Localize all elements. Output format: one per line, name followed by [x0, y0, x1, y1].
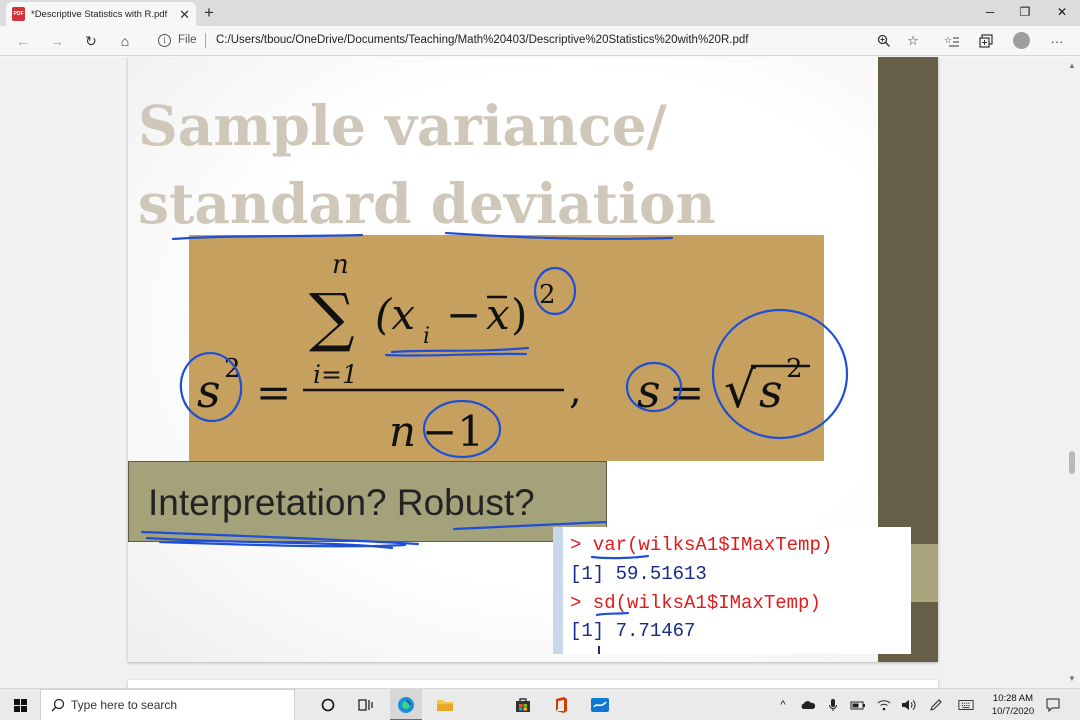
- tab-close-button[interactable]: ✕: [179, 8, 190, 21]
- microphone-icon[interactable]: [825, 697, 841, 713]
- sqrt-symbol: √: [724, 361, 756, 419]
- next-pdf-page: [128, 680, 938, 688]
- address-url[interactable]: C:/Users/tbouc/OneDrive/Documents/Teachi…: [216, 34, 748, 46]
- slide-title-line-2: standard deviation: [138, 171, 716, 236]
- touch-keyboard-icon[interactable]: [958, 697, 974, 713]
- address-separator: [205, 33, 206, 48]
- sum-lower-limit: i=1: [313, 360, 358, 389]
- battery-icon[interactable]: [850, 697, 866, 713]
- slide-title: Sample variance/ standard deviation: [138, 87, 788, 243]
- console-command-var: > var(wilksA1$IMaxTemp): [570, 534, 833, 556]
- edge-icon[interactable]: [391, 693, 421, 717]
- numerator-x: (x: [375, 290, 415, 339]
- variance-formula-box: n ∑ i=1 (x i − x ) 2 n −1 s 2 = , s = √: [189, 235, 824, 461]
- onedrive-icon[interactable]: [800, 697, 816, 713]
- zoom-icon[interactable]: [874, 32, 894, 50]
- sqrt-exponent: 2: [786, 354, 803, 384]
- refresh-button[interactable]: ↻: [78, 30, 104, 52]
- console-cursor: [598, 646, 600, 654]
- cortana-icon[interactable]: [313, 693, 343, 717]
- store-icon[interactable]: [508, 693, 538, 717]
- slide-title-line-1: Sample variance/: [138, 93, 667, 158]
- home-button[interactable]: ⌂: [112, 30, 138, 52]
- power-two: 2: [539, 280, 556, 310]
- subscript-i: i: [423, 324, 430, 349]
- pdf-page: Sample variance/ standard deviation n ∑ …: [128, 57, 938, 662]
- pen-workspace-icon[interactable]: [928, 697, 944, 713]
- svg-text:☆: ☆: [944, 35, 952, 45]
- office-icon[interactable]: [546, 693, 576, 717]
- show-hidden-icons-icon[interactable]: ^: [775, 697, 791, 713]
- profile-avatar[interactable]: [1013, 32, 1030, 49]
- back-button[interactable]: ←: [10, 30, 36, 52]
- sum-upper-limit: n: [332, 250, 349, 280]
- favorite-star-icon[interactable]: ☆: [903, 32, 923, 50]
- scroll-up-icon[interactable]: ▲: [1067, 60, 1077, 70]
- equals-sign: =: [256, 368, 291, 417]
- pdf-viewport[interactable]: Sample variance/ standard deviation n ∑ …: [0, 57, 1080, 688]
- variance-formula: n ∑ i=1 (x i − x ) 2 n −1 s 2 = , s = √: [197, 250, 810, 456]
- interpretation-box: Interpretation? Robust?: [128, 461, 607, 542]
- whiteboard-icon[interactable]: [585, 693, 615, 717]
- start-button[interactable]: [0, 689, 40, 720]
- scroll-down-icon[interactable]: ▼: [1067, 673, 1077, 683]
- tab-active-pdf[interactable]: PDF *Descriptive Statistics with R.pdf ✕: [6, 2, 196, 26]
- clock-date: 10/7/2020: [991, 706, 1035, 717]
- pdf-file-icon: PDF: [12, 7, 25, 21]
- address-bar-row: ← → ↻ ⌂ i File C:/Users/tbouc/OneDrive/D…: [0, 26, 1080, 56]
- equals-sign-2: =: [669, 368, 704, 417]
- console-command-sd: > sd(wilksA1$IMaxTemp): [570, 592, 821, 614]
- file-scheme-label: File: [178, 34, 197, 46]
- windows-logo-icon: [13, 698, 27, 712]
- console-output-var: [1] 59.51613: [570, 563, 707, 585]
- search-placeholder: Type here to search: [71, 698, 178, 712]
- wifi-icon[interactable]: [876, 697, 892, 713]
- tab-title: *Descriptive Statistics with R.pdf: [31, 8, 168, 20]
- sqrt-s: s: [759, 364, 783, 418]
- lhs-exponent: 2: [224, 354, 241, 384]
- scroll-thumb[interactable]: [1069, 451, 1075, 474]
- site-info-icon[interactable]: i: [158, 34, 171, 47]
- forward-button[interactable]: →: [44, 30, 70, 52]
- numerator-minus: −: [446, 290, 481, 339]
- vertical-scrollbar[interactable]: ▲ ▼: [1064, 57, 1080, 688]
- task-view-icon[interactable]: [351, 693, 381, 717]
- windows-taskbar: Type here to search ^ 10:28 AM 10/7/2020: [0, 688, 1080, 720]
- console-gutter: [553, 527, 563, 654]
- close-window-button[interactable]: ✕: [1043, 0, 1080, 24]
- denominator-n: n: [389, 407, 416, 456]
- system-clock[interactable]: 10:28 AM 10/7/2020: [985, 692, 1041, 718]
- r-console-snippet: > var(wilksA1$IMaxTemp) [1] 59.51613 > s…: [553, 527, 911, 654]
- taskbar-search-box[interactable]: Type here to search: [40, 689, 295, 720]
- new-tab-button[interactable]: +: [199, 2, 219, 24]
- volume-icon[interactable]: [901, 697, 917, 713]
- search-icon: [51, 698, 65, 712]
- denominator-minus-one: −1: [422, 407, 484, 456]
- collections-icon[interactable]: [976, 32, 996, 50]
- more-menu-icon[interactable]: ···: [1047, 32, 1067, 50]
- file-explorer-icon[interactable]: [430, 693, 460, 717]
- notifications-icon[interactable]: [1045, 697, 1061, 713]
- favorites-list-icon[interactable]: ☆: [942, 32, 962, 50]
- sum-symbol: ∑: [309, 281, 355, 355]
- rhs-s: s: [637, 364, 661, 418]
- lhs-s: s: [197, 364, 221, 418]
- console-output-sd: [1] 7.71467: [570, 620, 696, 642]
- interpretation-question: Interpretation? Robust?: [148, 482, 535, 523]
- browser-tab-strip: PDF *Descriptive Statistics with R.pdf ✕…: [0, 0, 1080, 26]
- restore-button[interactable]: ❐: [1006, 0, 1044, 24]
- comma: ,: [569, 367, 582, 413]
- close-paren: ): [511, 290, 527, 339]
- minimize-button[interactable]: ─: [971, 0, 1009, 24]
- clock-time: 10:28 AM: [992, 693, 1034, 704]
